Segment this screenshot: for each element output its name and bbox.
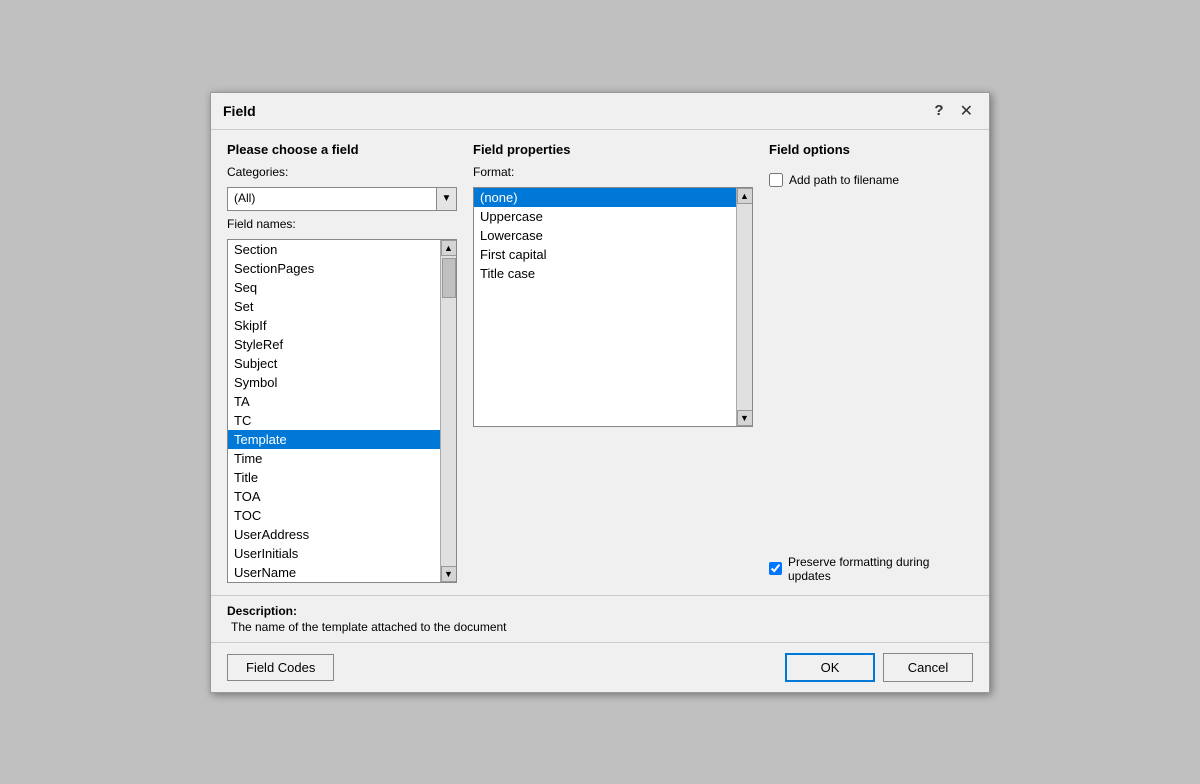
format-scroll-down-btn[interactable]: ▼ bbox=[737, 410, 753, 426]
dialog-body: Please choose a field Categories: (All) … bbox=[211, 130, 989, 595]
format-item[interactable]: Lowercase bbox=[474, 226, 736, 245]
categories-dropdown-btn[interactable]: ▼ bbox=[437, 187, 457, 211]
format-item[interactable]: Uppercase bbox=[474, 207, 736, 226]
field-name-item[interactable]: Time bbox=[228, 449, 440, 468]
close-button[interactable]: ✕ bbox=[956, 101, 977, 121]
field-name-item[interactable]: TC bbox=[228, 411, 440, 430]
field-dialog: Field ? ✕ Please choose a field Categori… bbox=[210, 92, 990, 693]
cancel-button[interactable]: Cancel bbox=[883, 653, 973, 682]
field-name-item[interactable]: SectionPages bbox=[228, 259, 440, 278]
field-name-item[interactable]: TOA bbox=[228, 487, 440, 506]
field-name-item[interactable]: Set bbox=[228, 297, 440, 316]
format-item[interactable]: First capital bbox=[474, 245, 736, 264]
field-name-item[interactable]: Title bbox=[228, 468, 440, 487]
scroll-up-btn[interactable]: ▲ bbox=[441, 240, 457, 256]
format-list-content: (none)UppercaseLowercaseFirst capitalTit… bbox=[474, 188, 736, 426]
description-panel: Description: The name of the template at… bbox=[211, 595, 989, 642]
categories-select[interactable]: (All) bbox=[227, 187, 437, 211]
field-name-item[interactable]: StyleRef bbox=[228, 335, 440, 354]
footer-right-buttons: OK Cancel bbox=[785, 653, 973, 682]
ok-button[interactable]: OK bbox=[785, 653, 875, 682]
description-text: The name of the template attached to the… bbox=[227, 620, 973, 634]
middle-panel: Field properties Format: (none)Uppercase… bbox=[473, 142, 753, 583]
field-options-title: Field options bbox=[769, 142, 973, 157]
title-controls: ? ✕ bbox=[930, 101, 977, 121]
footer: Field Codes OK Cancel bbox=[211, 642, 989, 692]
field-properties-title: Field properties bbox=[473, 142, 753, 157]
add-path-row: Add path to filename bbox=[769, 173, 973, 187]
format-item[interactable]: Title case bbox=[474, 264, 736, 283]
format-item[interactable]: (none) bbox=[474, 188, 736, 207]
list-with-scroll: SectionSectionPagesSeqSetSkipIfStyleRefS… bbox=[228, 240, 456, 582]
field-names-scrollbar[interactable]: ▲ ▼ bbox=[440, 240, 456, 582]
scroll-thumb[interactable] bbox=[442, 258, 456, 298]
format-label: Format: bbox=[473, 165, 753, 179]
left-panel: Please choose a field Categories: (All) … bbox=[227, 142, 457, 583]
field-name-item[interactable]: UserName bbox=[228, 563, 440, 582]
categories-select-row: (All) ▼ bbox=[227, 187, 457, 211]
field-name-item[interactable]: TA bbox=[228, 392, 440, 411]
field-codes-button[interactable]: Field Codes bbox=[227, 654, 334, 681]
description-label: Description: bbox=[227, 604, 973, 618]
field-name-item[interactable]: Symbol bbox=[228, 373, 440, 392]
preserve-checkbox[interactable] bbox=[769, 562, 782, 575]
field-name-item[interactable]: SkipIf bbox=[228, 316, 440, 335]
field-name-item[interactable]: Section bbox=[228, 240, 440, 259]
preserve-row: Preserve formatting during updates bbox=[769, 555, 973, 583]
field-name-item[interactable]: TOC bbox=[228, 506, 440, 525]
preserve-label[interactable]: Preserve formatting during updates bbox=[788, 555, 973, 583]
field-names-label: Field names: bbox=[227, 217, 457, 231]
field-name-item[interactable]: UserInitials bbox=[228, 544, 440, 563]
title-bar: Field ? ✕ bbox=[211, 93, 989, 130]
field-name-item[interactable]: Template bbox=[228, 430, 440, 449]
right-panel: Field options Add path to filename Prese… bbox=[769, 142, 973, 583]
field-names-content: SectionSectionPagesSeqSetSkipIfStyleRefS… bbox=[228, 240, 440, 582]
format-scrollbar[interactable]: ▲ ▼ bbox=[736, 188, 752, 426]
field-names-list[interactable]: SectionSectionPagesSeqSetSkipIfStyleRefS… bbox=[227, 239, 457, 583]
dialog-title-area: Field bbox=[223, 103, 256, 119]
field-name-item[interactable]: Subject bbox=[228, 354, 440, 373]
field-name-item[interactable]: UserAddress bbox=[228, 525, 440, 544]
dialog-title: Field bbox=[223, 103, 256, 119]
categories-label: Categories: bbox=[227, 165, 457, 179]
add-path-label[interactable]: Add path to filename bbox=[789, 173, 899, 187]
choose-field-title: Please choose a field bbox=[227, 142, 457, 157]
field-name-item[interactable]: Seq bbox=[228, 278, 440, 297]
format-list-container: (none)UppercaseLowercaseFirst capitalTit… bbox=[473, 187, 753, 427]
format-scroll-up-btn[interactable]: ▲ bbox=[737, 188, 753, 204]
add-path-checkbox[interactable] bbox=[769, 173, 783, 187]
scroll-down-btn[interactable]: ▼ bbox=[441, 566, 457, 582]
help-button[interactable]: ? bbox=[930, 102, 947, 119]
